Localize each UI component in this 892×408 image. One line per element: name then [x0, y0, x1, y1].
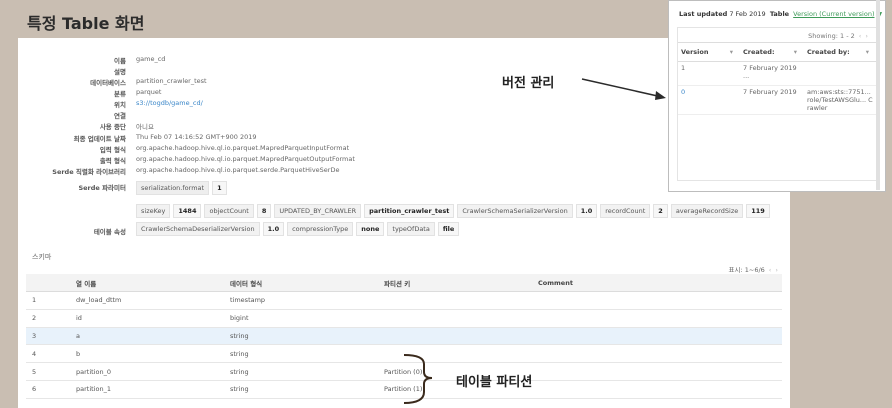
partition-brace: [403, 354, 433, 404]
arrow-line: [581, 78, 663, 98]
arrow-head: [655, 91, 666, 100]
annotation-arrows: [403, 78, 666, 404]
